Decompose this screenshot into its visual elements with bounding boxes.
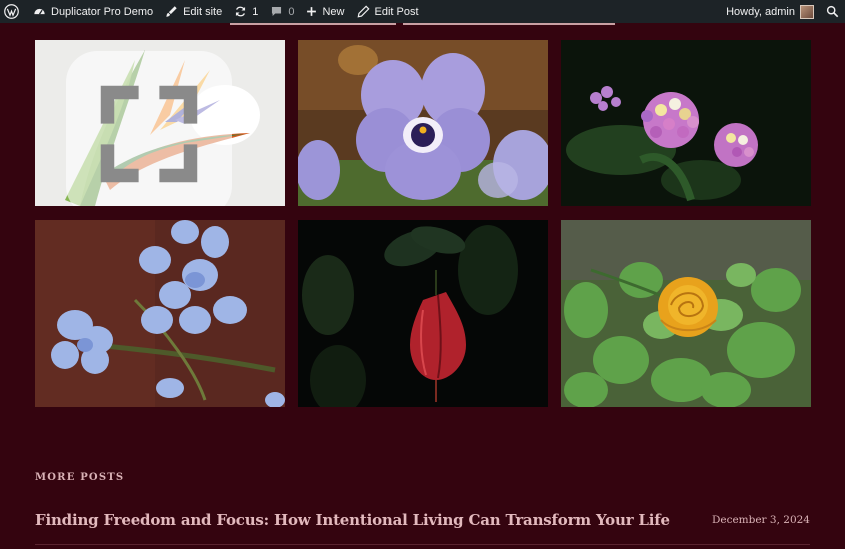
avatar bbox=[800, 4, 814, 19]
gallery-image-yellow-rose[interactable] bbox=[561, 220, 811, 407]
updates-count: 1 bbox=[252, 5, 259, 18]
updates-icon bbox=[236, 6, 246, 17]
updates-link[interactable]: 1 bbox=[228, 0, 264, 23]
search-icon bbox=[826, 5, 839, 18]
greeting: Howdy, admin bbox=[726, 5, 795, 18]
comment-icon bbox=[272, 6, 282, 17]
comments-count: 0 bbox=[288, 5, 295, 18]
brush-icon bbox=[166, 6, 177, 17]
dashboard-gauge-icon bbox=[34, 8, 45, 15]
my-account-menu[interactable]: Howdy, admin bbox=[720, 0, 820, 23]
gallery-image-pansy[interactable] bbox=[298, 40, 548, 206]
post-divider bbox=[35, 544, 810, 545]
expand-icon[interactable] bbox=[35, 51, 274, 206]
gallery-image-red-bud[interactable] bbox=[298, 220, 548, 407]
wordpress-icon bbox=[4, 4, 19, 19]
site-name: Duplicator Pro Demo bbox=[51, 5, 154, 18]
search-button[interactable] bbox=[820, 0, 845, 23]
gallery-image-bird-of-paradise[interactable] bbox=[35, 40, 285, 206]
comments-link[interactable]: 0 bbox=[264, 0, 300, 23]
wordpress-logo-menu[interactable] bbox=[0, 0, 27, 23]
image-strip-above bbox=[403, 23, 615, 25]
new-label: New bbox=[322, 5, 345, 18]
post-title-link[interactable]: Finding Freedom and Focus: How Intention… bbox=[35, 511, 670, 529]
new-content-menu[interactable]: New bbox=[300, 0, 350, 23]
plus-icon bbox=[307, 7, 317, 16]
admin-bar: Duplicator Pro Demo Edit site 1 0 New Ed… bbox=[0, 0, 845, 23]
post-date: December 3, 2024 bbox=[711, 514, 810, 526]
edit-site-link[interactable]: Edit site bbox=[159, 0, 228, 23]
pencil-icon bbox=[357, 5, 370, 18]
gallery-image-lantana[interactable] bbox=[561, 40, 811, 206]
more-posts-heading: MORE POSTS bbox=[35, 472, 125, 483]
site-name-menu[interactable]: Duplicator Pro Demo bbox=[27, 0, 159, 23]
image-strip-above bbox=[230, 23, 396, 25]
gallery-image-plumbago[interactable] bbox=[35, 220, 285, 407]
edit-site-label: Edit site bbox=[183, 5, 223, 18]
edit-post-link[interactable]: Edit Post bbox=[351, 0, 425, 23]
edit-post-label: Edit Post bbox=[374, 5, 419, 18]
